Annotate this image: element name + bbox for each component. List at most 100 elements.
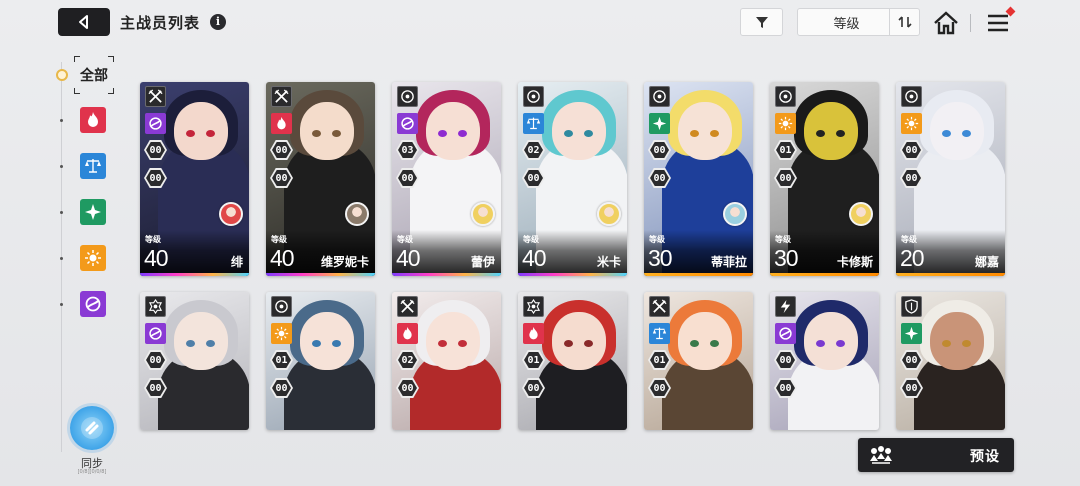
character-name: 绯 <box>230 255 243 269</box>
wind-element-icon <box>904 326 919 341</box>
target-class-icon <box>653 90 666 103</box>
filter-element-void[interactable] <box>80 291 106 317</box>
order-element-icon <box>85 159 101 173</box>
sync-button[interactable] <box>70 406 114 450</box>
character-name: 蕾伊 <box>470 255 495 269</box>
support-avatar <box>723 202 747 226</box>
class-badge <box>649 296 670 317</box>
wind-element-icon <box>85 204 101 220</box>
filter-button[interactable] <box>740 8 783 36</box>
target-class-icon <box>401 90 414 103</box>
rarity-bar <box>518 273 627 276</box>
shield-class-icon <box>905 299 918 314</box>
rarity-bar <box>392 273 501 276</box>
target-class-icon <box>779 90 792 103</box>
element-badge <box>775 113 796 134</box>
wind-element-icon <box>652 116 667 131</box>
sort-order-icon <box>897 16 912 28</box>
rarity-bar <box>770 273 879 276</box>
level-tag: 等级 <box>901 235 917 244</box>
character-card[interactable]: 00 00 <box>896 292 1005 430</box>
info-icon[interactable]: i <box>210 14 226 30</box>
character-card[interactable]: 00 00 <box>770 292 879 430</box>
home-button[interactable] <box>932 10 960 36</box>
sync-link-icon <box>81 417 103 439</box>
sort-dropdown[interactable]: 等级 <box>797 8 920 36</box>
sidebar-rail-dot <box>60 165 63 168</box>
class-badge <box>901 86 922 107</box>
menu-button[interactable] <box>984 6 1016 36</box>
character-card[interactable]: 01 00 <box>266 292 375 430</box>
gear-class-icon <box>148 299 163 314</box>
bolt-class-icon <box>780 299 791 314</box>
class-badge <box>523 296 544 317</box>
sort-order-toggle[interactable] <box>889 9 919 35</box>
class-badge <box>901 296 922 317</box>
sidebar-selected-marker <box>56 69 68 81</box>
rarity-bar <box>140 273 249 276</box>
class-badge <box>271 86 292 107</box>
character-card[interactable]: 03 00 等级 40 蕾伊 <box>392 82 501 276</box>
element-badge <box>901 113 922 134</box>
level-tag: 等级 <box>649 235 665 244</box>
level-value: 20 <box>900 245 925 271</box>
level-value: 40 <box>270 245 295 271</box>
sword-class-icon <box>148 89 163 103</box>
character-card[interactable]: 01 00 <box>518 292 627 430</box>
element-badge <box>901 323 922 344</box>
element-badge <box>649 323 670 344</box>
character-card[interactable]: 00 00 <box>140 292 249 430</box>
header-divider <box>970 14 971 32</box>
character-card[interactable]: 00 00 等级 40 绯 <box>140 82 249 276</box>
sort-label: 等级 <box>833 16 860 32</box>
element-badge <box>145 323 166 344</box>
character-card[interactable]: 01 00 等级 30 卡修斯 <box>770 82 879 276</box>
class-badge <box>649 86 670 107</box>
element-badge <box>145 113 166 134</box>
sidebar-rail-dot <box>60 303 63 306</box>
class-badge <box>145 86 166 107</box>
back-button[interactable] <box>58 8 110 36</box>
gear-class-icon <box>526 299 541 314</box>
character-card[interactable]: 00 00 等级 30 蒂菲拉 <box>644 82 753 276</box>
level-tag: 等级 <box>523 235 539 244</box>
filter-element-order[interactable] <box>80 153 106 179</box>
class-badge <box>397 86 418 107</box>
element-badge <box>523 113 544 134</box>
character-name: 娜嘉 <box>974 255 999 269</box>
class-badge <box>271 296 292 317</box>
element-badge <box>397 323 418 344</box>
target-class-icon <box>527 90 540 103</box>
character-card[interactable]: 01 00 <box>644 292 753 430</box>
target-class-icon <box>275 300 288 313</box>
filter-element-wind[interactable] <box>80 199 106 225</box>
filter-icon <box>755 17 768 28</box>
character-card[interactable]: 00 00 等级 40 维罗妮卡 <box>266 82 375 276</box>
light-element-icon <box>778 116 793 131</box>
support-avatar <box>219 202 243 226</box>
sidebar-rail-dot <box>60 257 63 260</box>
light-element-icon <box>85 250 101 266</box>
character-card[interactable]: 00 00 等级 20 娜嘉 <box>896 82 1005 276</box>
level-value: 40 <box>396 245 421 271</box>
support-avatar <box>849 202 873 226</box>
class-badge <box>397 296 418 317</box>
level-value: 30 <box>648 245 673 271</box>
filter-element-light[interactable] <box>80 245 106 271</box>
filter-all-label: 全部 <box>80 68 108 84</box>
sidebar-rail-dot <box>60 119 63 122</box>
level-value: 40 <box>144 245 169 271</box>
character-card[interactable]: 02 00 等级 40 米卡 <box>518 82 627 276</box>
filter-element-fire[interactable] <box>80 107 106 133</box>
light-element-icon <box>904 116 919 131</box>
fire-element-icon <box>403 326 412 340</box>
order-element-icon <box>526 117 541 130</box>
filter-all[interactable]: 全部 <box>74 56 114 94</box>
character-name: 米卡 <box>596 255 621 269</box>
preset-button[interactable]: 预设 <box>858 438 1014 472</box>
character-name: 卡修斯 <box>836 255 873 269</box>
character-name: 维罗妮卡 <box>320 255 369 269</box>
home-icon <box>934 11 958 35</box>
level-tag: 等级 <box>397 235 413 244</box>
character-card[interactable]: 02 00 <box>392 292 501 430</box>
